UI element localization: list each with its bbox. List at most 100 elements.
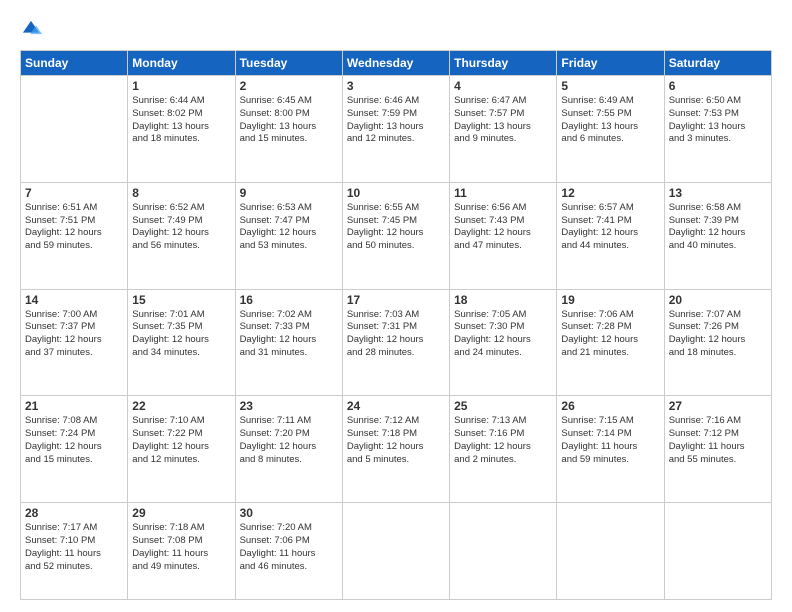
calendar-cell: 6 Sunrise: 6:50 AM Sunset: 7:53 PM Daylig…: [664, 76, 771, 183]
day-info: Sunrise: 7:07 AM Sunset: 7:26 PM Dayligh…: [669, 309, 767, 360]
logo: [20, 18, 46, 40]
day-number: 5: [561, 79, 659, 93]
day-info: Sunrise: 7:03 AM Sunset: 7:31 PM Dayligh…: [347, 309, 445, 360]
day-number: 27: [669, 399, 767, 413]
day-number: 21: [25, 399, 123, 413]
calendar-cell: 22 Sunrise: 7:10 AM Sunset: 7:22 PM Dayli…: [128, 396, 235, 503]
day-number: 4: [454, 79, 552, 93]
weekday-header: Thursday: [450, 51, 557, 76]
day-info: Sunrise: 7:20 AM Sunset: 7:06 PM Dayligh…: [240, 522, 338, 573]
calendar-cell: 12 Sunrise: 6:57 AM Sunset: 7:41 PM Dayli…: [557, 182, 664, 289]
day-number: 15: [132, 293, 230, 307]
day-number: 1: [132, 79, 230, 93]
calendar-cell: 1 Sunrise: 6:44 AM Sunset: 8:02 PM Daylig…: [128, 76, 235, 183]
day-info: Sunrise: 6:50 AM Sunset: 7:53 PM Dayligh…: [669, 95, 767, 146]
day-number: 14: [25, 293, 123, 307]
calendar-cell: 16 Sunrise: 7:02 AM Sunset: 7:33 PM Dayli…: [235, 289, 342, 396]
day-info: Sunrise: 6:56 AM Sunset: 7:43 PM Dayligh…: [454, 202, 552, 253]
day-info: Sunrise: 6:44 AM Sunset: 8:02 PM Dayligh…: [132, 95, 230, 146]
day-info: Sunrise: 7:00 AM Sunset: 7:37 PM Dayligh…: [25, 309, 123, 360]
calendar-cell: 25 Sunrise: 7:13 AM Sunset: 7:16 PM Dayli…: [450, 396, 557, 503]
calendar-cell: 14 Sunrise: 7:00 AM Sunset: 7:37 PM Dayli…: [21, 289, 128, 396]
day-info: Sunrise: 6:53 AM Sunset: 7:47 PM Dayligh…: [240, 202, 338, 253]
calendar-cell: 24 Sunrise: 7:12 AM Sunset: 7:18 PM Dayli…: [342, 396, 449, 503]
day-number: 29: [132, 506, 230, 520]
day-number: 26: [561, 399, 659, 413]
page: SundayMondayTuesdayWednesdayThursdayFrid…: [0, 0, 792, 612]
day-number: 22: [132, 399, 230, 413]
calendar-cell: 13Sunrise: 6:58 AM Sunset: 7:39 PM Dayli…: [664, 182, 771, 289]
day-number: 12: [561, 186, 659, 200]
day-number: 18: [454, 293, 552, 307]
calendar-cell: 10Sunrise: 6:55 AM Sunset: 7:45 PM Dayli…: [342, 182, 449, 289]
calendar-week-row: 21 Sunrise: 7:08 AM Sunset: 7:24 PM Dayli…: [21, 396, 772, 503]
calendar-cell: 23 Sunrise: 7:11 AM Sunset: 7:20 PM Dayli…: [235, 396, 342, 503]
calendar-cell: 21 Sunrise: 7:08 AM Sunset: 7:24 PM Dayli…: [21, 396, 128, 503]
calendar-cell: [21, 76, 128, 183]
calendar-cell: [557, 503, 664, 600]
calendar-cell: 2Sunrise: 6:45 AM Sunset: 8:00 PM Daylig…: [235, 76, 342, 183]
calendar-cell: 5 Sunrise: 6:49 AM Sunset: 7:55 PM Daylig…: [557, 76, 664, 183]
header-row: SundayMondayTuesdayWednesdayThursdayFrid…: [21, 51, 772, 76]
calendar-cell: [450, 503, 557, 600]
day-number: 2: [240, 79, 338, 93]
day-info: Sunrise: 7:06 AM Sunset: 7:28 PM Dayligh…: [561, 309, 659, 360]
day-number: 8: [132, 186, 230, 200]
day-info: Sunrise: 7:02 AM Sunset: 7:33 PM Dayligh…: [240, 309, 338, 360]
day-info: Sunrise: 6:49 AM Sunset: 7:55 PM Dayligh…: [561, 95, 659, 146]
day-info: Sunrise: 7:05 AM Sunset: 7:30 PM Dayligh…: [454, 309, 552, 360]
day-info: Sunrise: 6:57 AM Sunset: 7:41 PM Dayligh…: [561, 202, 659, 253]
calendar-cell: 17 Sunrise: 7:03 AM Sunset: 7:31 PM Dayli…: [342, 289, 449, 396]
calendar-cell: 8 Sunrise: 6:52 AM Sunset: 7:49 PM Daylig…: [128, 182, 235, 289]
day-info: Sunrise: 7:16 AM Sunset: 7:12 PM Dayligh…: [669, 415, 767, 466]
weekday-header: Wednesday: [342, 51, 449, 76]
calendar-week-row: 14 Sunrise: 7:00 AM Sunset: 7:37 PM Dayli…: [21, 289, 772, 396]
calendar-cell: 26 Sunrise: 7:15 AM Sunset: 7:14 PM Dayli…: [557, 396, 664, 503]
day-number: 20: [669, 293, 767, 307]
weekday-header: Saturday: [664, 51, 771, 76]
day-number: 17: [347, 293, 445, 307]
day-number: 6: [669, 79, 767, 93]
day-info: Sunrise: 7:18 AM Sunset: 7:08 PM Dayligh…: [132, 522, 230, 573]
calendar-cell: 4 Sunrise: 6:47 AM Sunset: 7:57 PM Daylig…: [450, 76, 557, 183]
day-number: 24: [347, 399, 445, 413]
weekday-header: Monday: [128, 51, 235, 76]
day-info: Sunrise: 6:52 AM Sunset: 7:49 PM Dayligh…: [132, 202, 230, 253]
day-number: 16: [240, 293, 338, 307]
day-number: 9: [240, 186, 338, 200]
calendar-cell: [664, 503, 771, 600]
day-info: Sunrise: 6:51 AM Sunset: 7:51 PM Dayligh…: [25, 202, 123, 253]
calendar-cell: 9 Sunrise: 6:53 AM Sunset: 7:47 PM Daylig…: [235, 182, 342, 289]
day-number: 7: [25, 186, 123, 200]
calendar-week-row: 1 Sunrise: 6:44 AM Sunset: 8:02 PM Daylig…: [21, 76, 772, 183]
day-info: Sunrise: 7:13 AM Sunset: 7:16 PM Dayligh…: [454, 415, 552, 466]
calendar-cell: 11 Sunrise: 6:56 AM Sunset: 7:43 PM Dayli…: [450, 182, 557, 289]
day-info: Sunrise: 7:01 AM Sunset: 7:35 PM Dayligh…: [132, 309, 230, 360]
day-info: Sunrise: 7:11 AM Sunset: 7:20 PM Dayligh…: [240, 415, 338, 466]
header: [20, 18, 772, 40]
calendar-cell: 7 Sunrise: 6:51 AM Sunset: 7:51 PM Daylig…: [21, 182, 128, 289]
day-number: 3: [347, 79, 445, 93]
calendar-week-row: 7 Sunrise: 6:51 AM Sunset: 7:51 PM Daylig…: [21, 182, 772, 289]
day-info: Sunrise: 7:08 AM Sunset: 7:24 PM Dayligh…: [25, 415, 123, 466]
weekday-header: Sunday: [21, 51, 128, 76]
day-number: 11: [454, 186, 552, 200]
day-info: Sunrise: 7:10 AM Sunset: 7:22 PM Dayligh…: [132, 415, 230, 466]
day-info: Sunrise: 6:46 AM Sunset: 7:59 PM Dayligh…: [347, 95, 445, 146]
logo-icon: [20, 18, 42, 40]
day-info: Sunrise: 6:47 AM Sunset: 7:57 PM Dayligh…: [454, 95, 552, 146]
day-info: Sunrise: 6:58 AM Sunset: 7:39 PM Dayligh…: [669, 202, 767, 253]
calendar-cell: 30 Sunrise: 7:20 AM Sunset: 7:06 PM Dayli…: [235, 503, 342, 600]
day-number: 25: [454, 399, 552, 413]
day-info: Sunrise: 7:15 AM Sunset: 7:14 PM Dayligh…: [561, 415, 659, 466]
calendar-week-row: 28Sunrise: 7:17 AM Sunset: 7:10 PM Dayli…: [21, 503, 772, 600]
calendar-cell: 28Sunrise: 7:17 AM Sunset: 7:10 PM Dayli…: [21, 503, 128, 600]
calendar-cell: 27 Sunrise: 7:16 AM Sunset: 7:12 PM Dayli…: [664, 396, 771, 503]
day-number: 19: [561, 293, 659, 307]
day-number: 23: [240, 399, 338, 413]
day-number: 30: [240, 506, 338, 520]
calendar-cell: 3 Sunrise: 6:46 AM Sunset: 7:59 PM Daylig…: [342, 76, 449, 183]
calendar: SundayMondayTuesdayWednesdayThursdayFrid…: [20, 50, 772, 600]
day-info: Sunrise: 7:12 AM Sunset: 7:18 PM Dayligh…: [347, 415, 445, 466]
weekday-header: Friday: [557, 51, 664, 76]
